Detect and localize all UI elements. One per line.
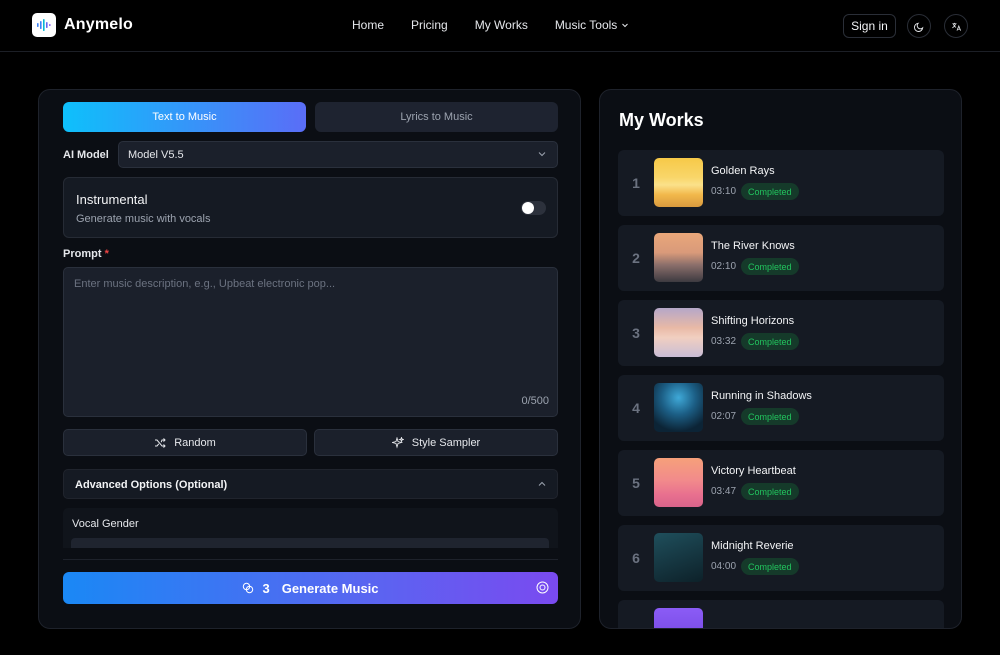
status-badge: Completed bbox=[741, 483, 799, 500]
work-title: Midnight Reverie bbox=[711, 540, 794, 552]
required-mark: * bbox=[104, 248, 109, 260]
brand-name: Anymelo bbox=[64, 16, 133, 33]
instrumental-subtitle: Generate music with vocals bbox=[76, 213, 211, 225]
work-duration: 03:32 bbox=[711, 336, 737, 347]
chevron-up-icon bbox=[538, 481, 546, 486]
work-thumbnail bbox=[654, 533, 703, 582]
status-badge: Completed bbox=[741, 333, 799, 350]
translate-icon bbox=[951, 22, 961, 31]
work-title: Victory Heartbeat bbox=[711, 465, 796, 477]
advanced-options-title: Advanced Options (Optional) bbox=[75, 479, 228, 491]
divider bbox=[63, 559, 558, 560]
work-number: 2 bbox=[632, 250, 640, 266]
work-title: The River Knows bbox=[711, 240, 795, 252]
prompt-label: Prompt * bbox=[63, 248, 109, 260]
work-number: 4 bbox=[632, 400, 640, 416]
status-badge: Completed bbox=[741, 558, 799, 575]
music-composer-panel: Text to Music Lyrics to Music AI Model M… bbox=[38, 89, 581, 629]
work-title: Running in Shadows bbox=[711, 390, 812, 402]
ai-model-label: AI Model bbox=[63, 149, 109, 161]
nav-my-works[interactable]: My Works bbox=[475, 18, 528, 32]
work-thumbnail bbox=[654, 308, 703, 357]
prompt-label-text: Prompt bbox=[63, 248, 102, 260]
work-item[interactable]: 3 Shifting Horizons 03:32 Completed bbox=[618, 300, 944, 366]
style-sampler-button[interactable]: Style Sampler bbox=[314, 429, 558, 456]
tab-text-to-music[interactable]: Text to Music bbox=[63, 102, 306, 132]
shuffle-icon bbox=[155, 437, 166, 448]
status-badge: Completed bbox=[741, 183, 799, 200]
style-sampler-label: Style Sampler bbox=[411, 436, 481, 449]
nav-music-tools[interactable]: Music Tools bbox=[555, 18, 629, 32]
prompt-textarea[interactable]: Enter music description, e.g., Upbeat el… bbox=[63, 267, 558, 417]
work-title: Golden Rays bbox=[711, 165, 775, 177]
nav-links: Home Pricing My Works Music Tools bbox=[352, 18, 629, 32]
nav-music-tools-label: Music Tools bbox=[554, 18, 618, 32]
language-button[interactable] bbox=[944, 14, 968, 38]
sparkles-icon bbox=[391, 436, 404, 449]
random-button[interactable]: Random bbox=[63, 429, 307, 456]
work-duration: 02:07 bbox=[711, 411, 737, 422]
advanced-options-header[interactable]: Advanced Options (Optional) bbox=[63, 469, 558, 499]
work-thumbnail bbox=[654, 158, 703, 207]
work-number: 6 bbox=[632, 550, 640, 566]
prompt-placeholder: Enter music description, e.g., Upbeat el… bbox=[74, 278, 336, 290]
credit-coin-icon bbox=[536, 581, 549, 594]
instrumental-card: Instrumental Generate music with vocals bbox=[63, 177, 558, 238]
vocal-gender-select[interactable] bbox=[71, 538, 549, 548]
work-thumbnail bbox=[654, 383, 703, 432]
generate-music-button[interactable]: 3 Generate Music bbox=[63, 572, 558, 604]
status-badge: Completed bbox=[741, 258, 799, 275]
work-item[interactable]: 4 Running in Shadows 02:07 Completed bbox=[618, 375, 944, 441]
work-number: 3 bbox=[632, 325, 640, 341]
vocal-gender-label: Vocal Gender bbox=[72, 518, 139, 530]
work-number: 5 bbox=[632, 475, 640, 491]
work-thumbnail bbox=[654, 608, 703, 628]
vocal-gender-section: Vocal Gender bbox=[63, 508, 558, 548]
work-duration: 02:10 bbox=[711, 261, 737, 272]
instrumental-title: Instrumental bbox=[76, 192, 148, 207]
work-duration: 04:00 bbox=[711, 561, 737, 572]
nav-pricing[interactable]: Pricing bbox=[411, 18, 448, 32]
work-number: 1 bbox=[632, 175, 640, 191]
logo-icon bbox=[32, 13, 56, 37]
nav-home[interactable]: Home bbox=[352, 18, 384, 32]
ai-model-select[interactable]: Model V5.5 bbox=[118, 141, 558, 168]
instrumental-toggle[interactable] bbox=[521, 201, 546, 215]
my-works-title: My Works bbox=[619, 110, 704, 130]
my-works-panel: My Works 1 Golden Rays 03:10 Completed 2… bbox=[599, 89, 962, 629]
tab-lyrics-to-music[interactable]: Lyrics to Music bbox=[315, 102, 558, 132]
generate-label: Generate Music bbox=[281, 580, 379, 596]
coins-icon bbox=[243, 582, 254, 594]
chevron-down-icon bbox=[622, 23, 629, 28]
work-thumbnail bbox=[654, 233, 703, 282]
work-item[interactable]: 5 Victory Heartbeat 03:47 Completed bbox=[618, 450, 944, 516]
chevron-down-icon bbox=[538, 152, 546, 157]
top-nav: Anymelo Home Pricing My Works Music Tool… bbox=[0, 0, 1000, 52]
sign-in-button[interactable]: Sign in bbox=[843, 14, 896, 38]
brand[interactable]: Anymelo bbox=[32, 13, 133, 37]
work-duration: 03:10 bbox=[711, 186, 737, 197]
prompt-char-counter: 0/500 bbox=[521, 395, 549, 407]
moon-icon bbox=[913, 22, 923, 32]
status-badge: Completed bbox=[741, 408, 799, 425]
work-title: Shifting Horizons bbox=[711, 315, 795, 327]
generate-credits: 3 bbox=[262, 580, 270, 596]
work-item[interactable]: 6 Midnight Reverie 04:00 Completed bbox=[618, 525, 944, 591]
work-thumbnail bbox=[654, 458, 703, 507]
work-duration: 03:47 bbox=[711, 486, 737, 497]
ai-model-value: Model V5.5 bbox=[128, 148, 184, 161]
work-item[interactable]: 2 The River Knows 02:10 Completed bbox=[618, 225, 944, 291]
work-item[interactable]: 1 Golden Rays 03:10 Completed bbox=[618, 150, 944, 216]
theme-toggle-button[interactable] bbox=[907, 14, 931, 38]
work-item[interactable] bbox=[618, 600, 944, 628]
random-label: Random bbox=[174, 436, 216, 449]
